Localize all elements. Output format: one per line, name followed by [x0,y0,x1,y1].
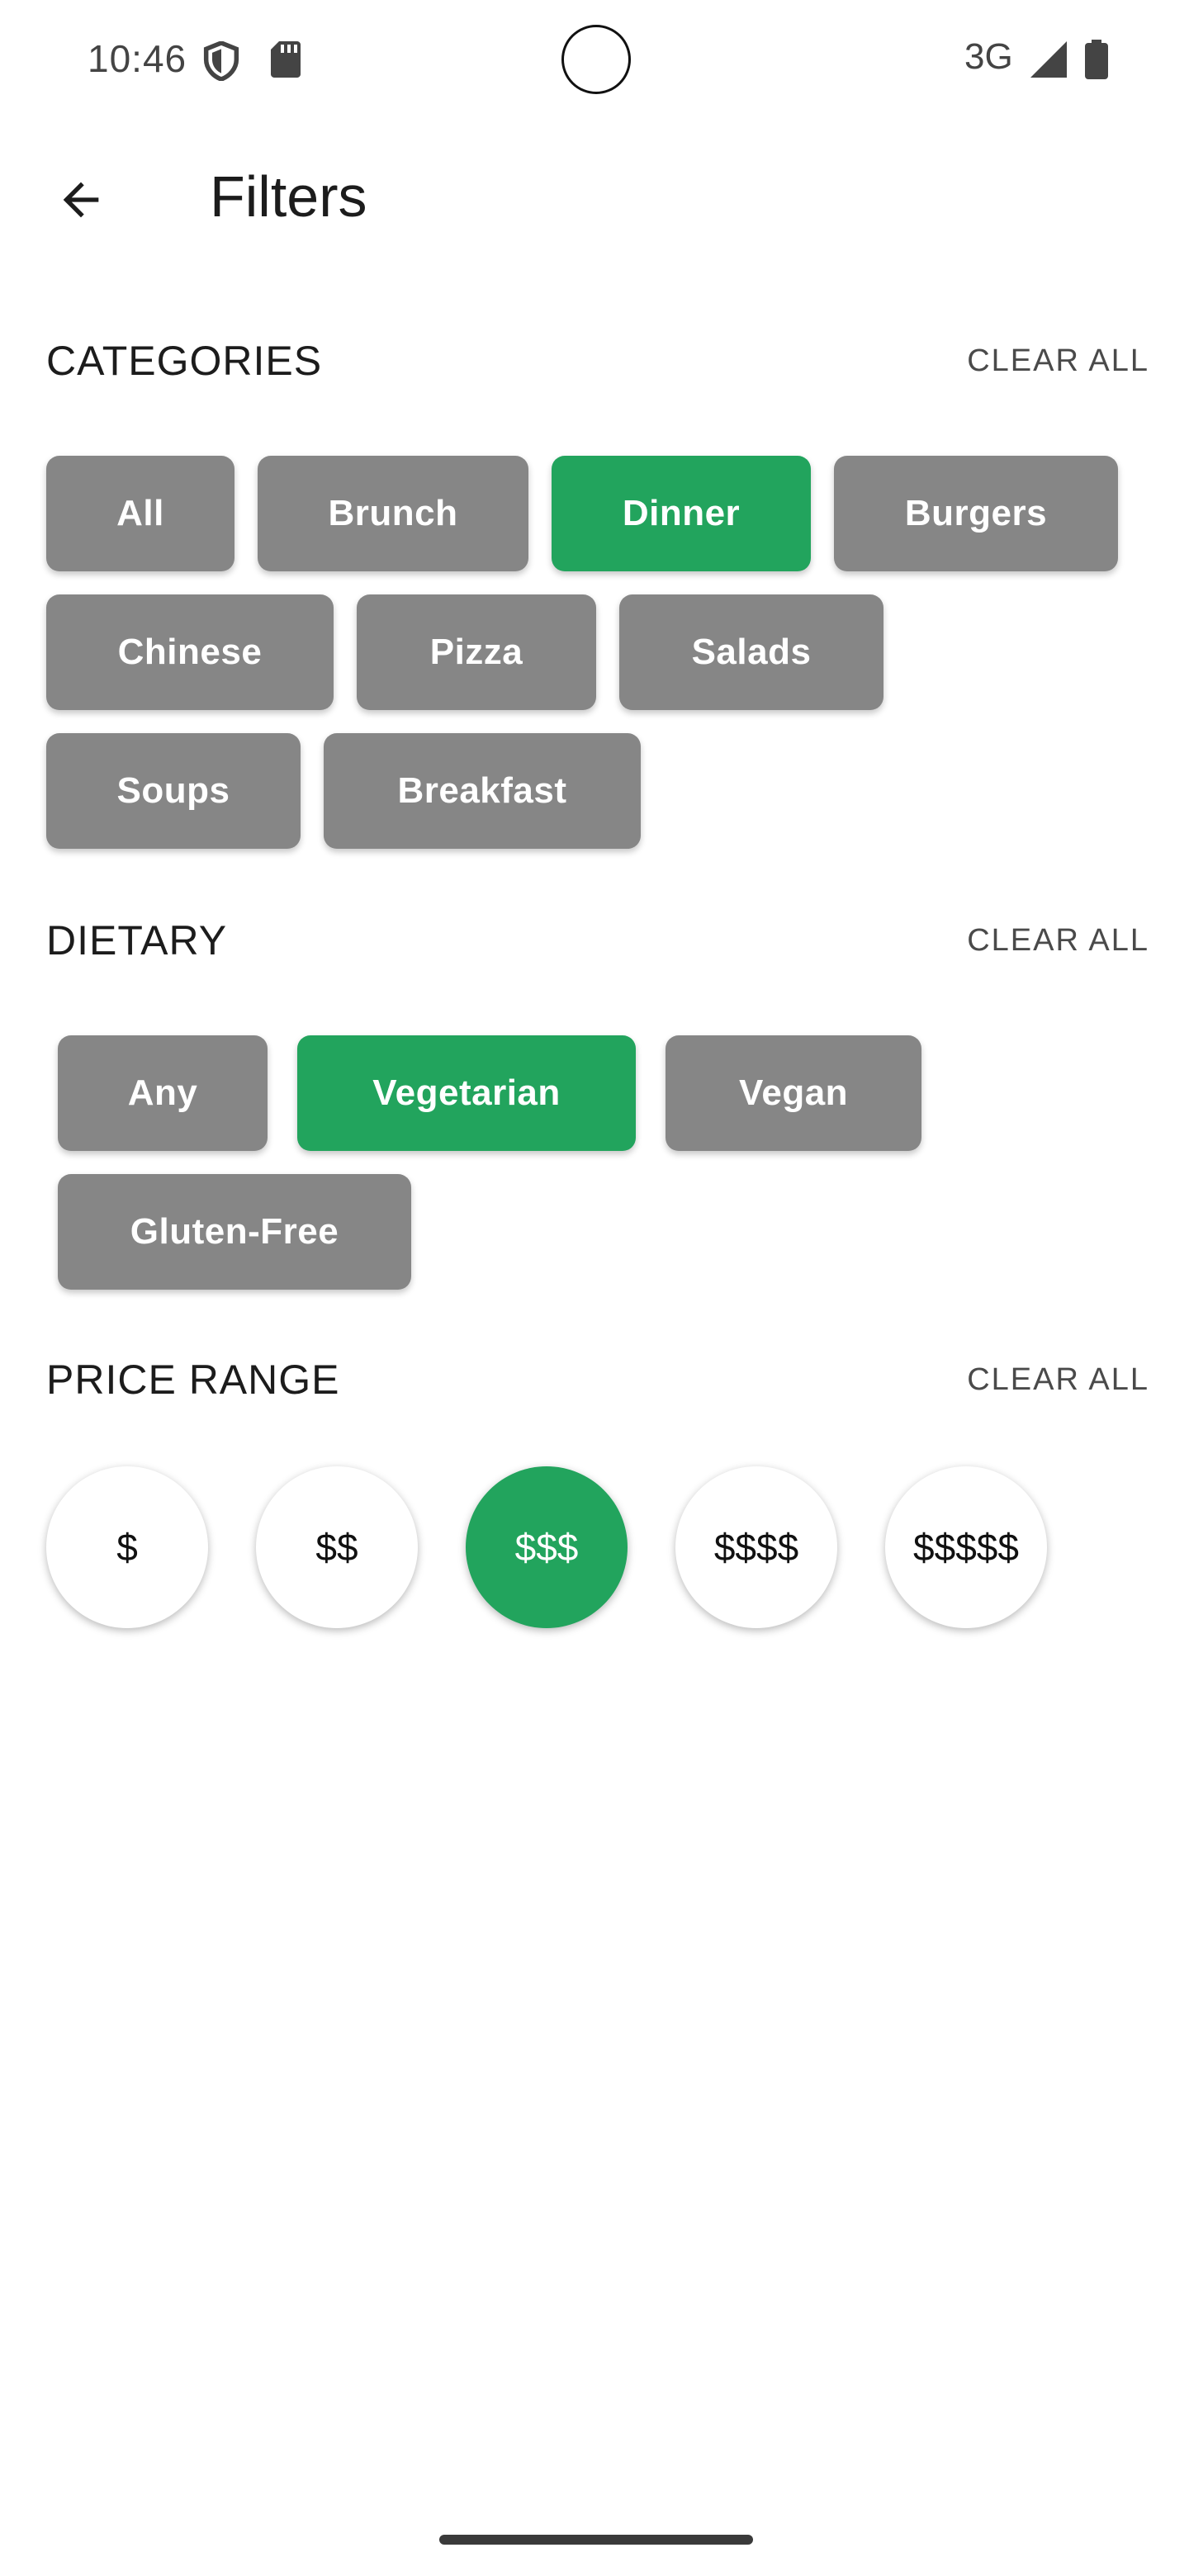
app-bar: Filters [0,140,1189,256]
categories-header: CATEGORIES CLEAR ALL [46,329,1149,395]
price-option-4[interactable]: $$$$ [675,1466,837,1628]
category-chip-all[interactable]: All [46,456,234,571]
price-option-3[interactable]: $$$ [466,1466,628,1628]
categories-row-1: All Brunch Dinner Burgers [46,456,1118,571]
dietary-row-1: Any Vegetarian Vegan [58,1035,921,1151]
shield-icon [203,41,239,81]
filters-screen: 10:46 3G Filters CATEGORIES CLEAR ALL Al… [0,0,1189,2576]
categories-row-2: Chinese Pizza Salads [46,594,883,710]
category-chip-brunch[interactable]: Brunch [258,456,528,571]
category-chip-salads[interactable]: Salads [619,594,883,710]
dietary-chip-any[interactable]: Any [58,1035,268,1151]
category-chip-chinese[interactable]: Chinese [46,594,334,710]
sd-card-icon [271,41,301,78]
dietary-chip-gluten-free[interactable]: Gluten-Free [58,1174,411,1290]
price-range-title: PRICE RANGE [46,1357,340,1403]
category-chip-dinner[interactable]: Dinner [552,456,811,571]
dietary-chip-vegetarian[interactable]: Vegetarian [297,1035,636,1151]
categories-title: CATEGORIES [46,338,323,384]
status-bar: 10:46 3G [0,0,1189,116]
dietary-clear-all-button[interactable]: CLEAR ALL [967,923,1149,959]
signal-icon [1030,41,1067,78]
battery-icon [1085,40,1108,79]
back-button[interactable] [46,165,116,234]
price-option-1[interactable]: $ [46,1466,208,1628]
categories-clear-all-button[interactable]: CLEAR ALL [967,343,1149,379]
status-time: 10:46 [88,37,187,80]
page-title: Filters [210,164,367,229]
price-option-2[interactable]: $$ [256,1466,418,1628]
arrow-back-icon [63,182,99,218]
camera-cutout [561,25,631,94]
home-indicator[interactable] [439,2535,753,2545]
dietary-title: DIETARY [46,917,228,964]
category-chip-soups[interactable]: Soups [46,733,301,849]
price-range-clear-all-button[interactable]: CLEAR ALL [967,1362,1149,1398]
price-range-header: PRICE RANGE CLEAR ALL [46,1347,1149,1413]
dietary-header: DIETARY CLEAR ALL [46,908,1149,974]
price-range-options: $ $$ $$$ $$$$ $$$$$ [46,1466,1047,1628]
dietary-chip-vegan[interactable]: Vegan [666,1035,921,1151]
price-option-5[interactable]: $$$$$ [885,1466,1047,1628]
category-chip-pizza[interactable]: Pizza [357,594,596,710]
category-chip-breakfast[interactable]: Breakfast [324,733,641,849]
categories-row-3: Soups Breakfast [46,733,641,849]
dietary-row-2: Gluten-Free [58,1174,411,1290]
network-type: 3G [964,36,1013,77]
category-chip-burgers[interactable]: Burgers [834,456,1118,571]
